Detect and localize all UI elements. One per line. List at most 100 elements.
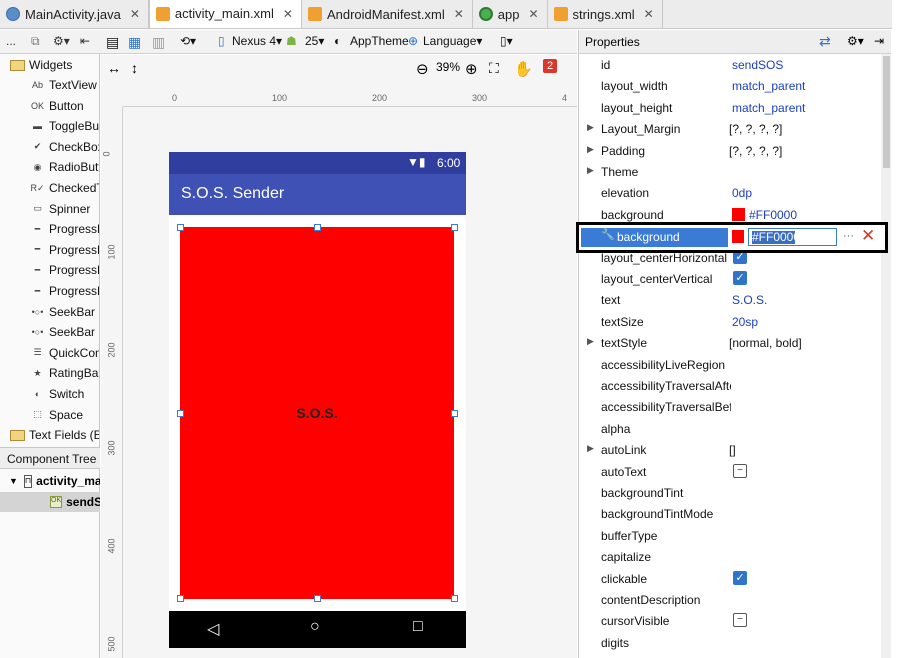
scroll-thumb[interactable] <box>883 56 890 168</box>
property-value[interactable]: [?, ?, ?, ?] <box>729 144 782 158</box>
property-row[interactable]: layout_height match_parent <box>579 97 881 118</box>
sos-button-preview[interactable]: S.O.S. <box>180 227 454 599</box>
background-value-input[interactable] <box>748 228 837 246</box>
property-row[interactable]: accessibilityTraversalBefore <box>579 396 881 417</box>
property-row[interactable]: bufferType <box>579 525 881 546</box>
both-views-icon[interactable]: ▥ <box>152 34 165 51</box>
properties-scrollbar[interactable] <box>881 54 891 658</box>
palette-item[interactable]: ☰ QuickContactBadge <box>30 343 99 363</box>
resize-handle[interactable] <box>177 595 184 602</box>
property-row[interactable]: digits <box>579 632 881 653</box>
property-value[interactable]: match_parent <box>732 79 805 93</box>
palette-item[interactable]: ━ ProgressBar <box>30 281 99 301</box>
property-value[interactable]: #FF0000 <box>749 208 797 222</box>
tab-3[interactable]: app ✕ <box>473 0 548 28</box>
palette-item[interactable]: •○• SeekBar (Discrete) <box>30 322 99 342</box>
theme-selector[interactable]: AppTheme <box>350 34 409 48</box>
hide-panel-icon[interactable]: ⇥ <box>874 34 884 48</box>
expand-arrow-icon[interactable]: ▶ <box>587 443 594 454</box>
resize-handle[interactable] <box>314 595 321 602</box>
palette-item[interactable]: ▬ ToggleButton <box>30 116 99 136</box>
device-frame-icon[interactable]: ▯▾ <box>500 34 513 48</box>
property-row[interactable]: ▶ textStyle [normal, bold] <box>579 332 881 353</box>
palette-item[interactable]: ✔ CheckBox <box>30 137 99 157</box>
resize-handle[interactable] <box>177 224 184 231</box>
tab-2[interactable]: AndroidManifest.xml ✕ <box>302 0 473 28</box>
zoom-in-icon[interactable]: ⊕ <box>465 60 478 78</box>
close-tab-icon[interactable]: ✕ <box>130 7 140 21</box>
close-tab-icon[interactable]: ✕ <box>454 7 464 21</box>
close-tab-icon[interactable]: ✕ <box>528 7 538 21</box>
gear-icon[interactable]: ⚙▾ <box>847 34 864 48</box>
tab-1[interactable]: activity_main.xml ✕ <box>148 0 302 28</box>
checkbox-indeterminate[interactable]: − <box>733 613 747 628</box>
tree-item-root[interactable]: ▼ ⊓ activity_main <box>0 471 100 491</box>
palette-item[interactable]: R✓ CheckedTextView <box>30 178 99 198</box>
close-tab-icon[interactable]: ✕ <box>283 7 293 21</box>
property-row[interactable]: accessibilityLiveRegion <box>579 354 881 375</box>
property-row[interactable]: text S.O.S. <box>579 289 881 310</box>
palette-item[interactable]: ━ ProgressBar <box>30 240 99 260</box>
color-swatch[interactable] <box>732 230 744 243</box>
design-canvas[interactable]: ↔ ↕ ⊖ 39% ⊕ ⛶ ✋ 2 0 100 200 300 4 0 100 200 300… <box>101 55 577 658</box>
swap-view-icon[interactable]: ⇄ <box>819 33 831 50</box>
zoom-fit-icon[interactable]: ⛶ <box>489 60 499 77</box>
tab-0[interactable]: MainActivity.java ✕ <box>0 0 149 28</box>
pan-icon[interactable]: ↔ <box>107 60 121 76</box>
palette-item[interactable]: ◐ Switch <box>30 384 85 404</box>
pan-hand-icon[interactable]: ✋ <box>514 60 533 78</box>
close-tab-icon[interactable]: ✕ <box>644 7 654 21</box>
property-value[interactable]: match_parent <box>732 101 805 115</box>
property-value[interactable]: sendSOS <box>732 58 783 72</box>
property-row[interactable]: cursorVisible − <box>579 610 881 631</box>
warnings-badge[interactable]: 2 <box>543 59 558 73</box>
gear-icon[interactable]: ⚙▾ <box>53 34 70 48</box>
property-value[interactable]: 20sp <box>732 315 758 329</box>
property-row[interactable]: alpha <box>579 418 881 439</box>
resize-handle[interactable] <box>451 410 458 417</box>
expand-arrow-icon[interactable]: ▶ <box>587 336 594 347</box>
palette-item[interactable]: ★ RatingBar <box>30 363 99 383</box>
property-row[interactable]: autoText − <box>579 461 881 482</box>
palette-item[interactable]: Ab TextView <box>30 75 97 95</box>
property-row[interactable]: clickable ✓ <box>579 568 881 589</box>
tree-item-sendsos[interactable]: OK sendSOS <box>0 492 100 512</box>
property-row[interactable]: ▶ autoLink [] <box>579 439 881 460</box>
property-value[interactable]: 0dp <box>732 186 752 200</box>
property-value[interactable]: [] <box>729 443 736 457</box>
device-selector[interactable]: Nexus 4▾ <box>232 34 282 48</box>
palette-group-widgets[interactable]: Widgets <box>10 55 72 75</box>
close-icon[interactable]: ✕ <box>861 226 875 246</box>
property-row[interactable]: layout_width match_parent <box>579 75 881 96</box>
palette-group-textfields[interactable]: Text Fields (EditText) <box>10 425 99 445</box>
palette-item[interactable]: ◉ RadioButton <box>30 157 99 177</box>
property-row[interactable]: backgroundTintMode <box>579 503 881 524</box>
property-row[interactable]: contentDescription <box>579 589 881 610</box>
checkbox-indeterminate[interactable]: − <box>733 463 747 478</box>
property-row[interactable]: backgroundTint <box>579 482 881 503</box>
property-row[interactable]: capitalize <box>579 546 881 567</box>
property-row[interactable]: accessibilityTraversalAfter <box>579 375 881 396</box>
resize-handle[interactable] <box>314 224 321 231</box>
fit-vertical-icon[interactable]: ↕ <box>131 60 138 76</box>
collapse-icon[interactable]: ⧉ <box>31 34 40 49</box>
blueprint-view-icon[interactable]: ▦ <box>128 34 141 51</box>
property-row[interactable]: id sendSOS <box>579 54 881 75</box>
design-view-icon[interactable]: ▤ <box>106 34 119 51</box>
browse-resource-button[interactable]: ··· <box>843 230 854 242</box>
property-row[interactable]: ▶ Padding [?, ?, ?, ?] <box>579 140 881 161</box>
language-selector[interactable]: Language▾ <box>423 34 482 48</box>
checkbox-checked[interactable]: ✓ <box>733 570 747 585</box>
palette-item[interactable]: ▭ Spinner <box>30 199 90 219</box>
hide-icon[interactable]: ⇤ <box>80 34 90 48</box>
resize-handle[interactable] <box>451 224 458 231</box>
expand-arrow-icon[interactable]: ▶ <box>587 122 594 133</box>
resize-handle[interactable] <box>177 410 184 417</box>
property-row[interactable]: layout_centerVertical ✓ <box>579 268 881 289</box>
api-selector[interactable]: 25▾ <box>305 34 324 48</box>
palette-item[interactable]: •○• SeekBar <box>30 302 95 322</box>
property-value[interactable]: [normal, bold] <box>729 336 802 350</box>
resize-handle[interactable] <box>451 595 458 602</box>
property-row[interactable]: ▶ Layout_Margin [?, ?, ?, ?] <box>579 118 881 139</box>
palette-item[interactable]: ━ ProgressBar <box>30 260 99 280</box>
